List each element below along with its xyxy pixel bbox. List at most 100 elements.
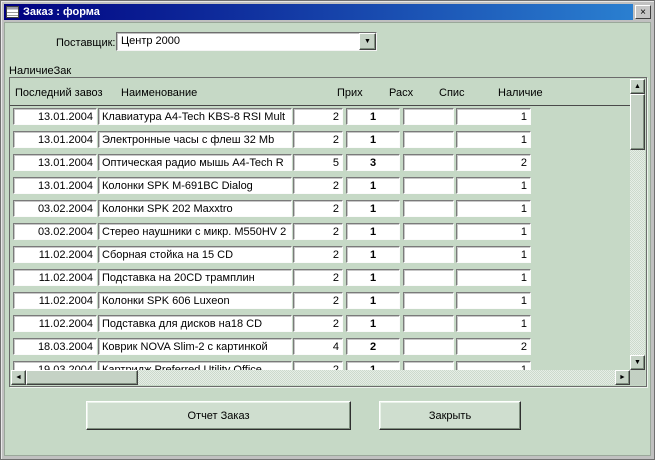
cell-prihod[interactable]: 2 bbox=[293, 108, 343, 125]
cell-prihod[interactable]: 2 bbox=[293, 292, 343, 309]
cell-last-delivery-date[interactable]: 13.01.2004 bbox=[13, 177, 97, 194]
cell-rashod[interactable]: 1 bbox=[346, 292, 400, 309]
cell-item-name[interactable]: Клавиатура A4-Tech KBS-8 RSI Mult bbox=[98, 108, 292, 125]
cell-last-delivery-date[interactable]: 13.01.2004 bbox=[13, 108, 97, 125]
cell-rashod[interactable]: 1 bbox=[346, 200, 400, 217]
cell-nalichie[interactable]: 1 bbox=[456, 246, 531, 263]
cell-item-name[interactable]: Подставка для дисков на18 CD bbox=[98, 315, 292, 332]
cell-prihod[interactable]: 2 bbox=[293, 131, 343, 148]
cell-rashod[interactable]: 1 bbox=[346, 246, 400, 263]
col-header-rash: Расх bbox=[389, 87, 413, 99]
horizontal-scroll-thumb[interactable] bbox=[26, 370, 138, 385]
cell-nalichie[interactable]: 2 bbox=[456, 154, 531, 171]
cell-spisanie[interactable] bbox=[403, 269, 454, 286]
cell-last-delivery-date[interactable]: 11.02.2004 bbox=[13, 292, 97, 309]
cell-rashod[interactable]: 1 bbox=[346, 361, 400, 370]
availability-subform: Последний завоз Наименование Прих Расх С… bbox=[9, 77, 647, 387]
cell-last-delivery-date[interactable]: 18.03.2004 bbox=[13, 338, 97, 355]
cell-prihod[interactable]: 2 bbox=[293, 200, 343, 217]
cell-nalichie[interactable]: 1 bbox=[456, 292, 531, 309]
cell-rashod[interactable]: 1 bbox=[346, 315, 400, 332]
cell-nalichie[interactable]: 1 bbox=[456, 131, 531, 148]
scroll-up-button[interactable]: ▲ bbox=[630, 79, 645, 94]
scroll-right-button[interactable]: ► bbox=[615, 370, 630, 385]
cell-prihod[interactable]: 2 bbox=[293, 177, 343, 194]
cell-nalichie[interactable]: 1 bbox=[456, 269, 531, 286]
vertical-scrollbar[interactable]: ▲ ▼ bbox=[630, 79, 645, 370]
cell-item-name[interactable]: Коврик NOVA Slim-2 с картинкой bbox=[98, 338, 292, 355]
cell-nalichie[interactable]: 2 bbox=[456, 338, 531, 355]
close-button[interactable]: × bbox=[635, 5, 651, 19]
col-header-last-delivery: Последний завоз bbox=[15, 87, 103, 99]
cell-rashod[interactable]: 3 bbox=[346, 154, 400, 171]
cell-prihod[interactable]: 2 bbox=[293, 315, 343, 332]
cell-nalichie[interactable]: 1 bbox=[456, 361, 531, 370]
cell-nalichie[interactable]: 1 bbox=[456, 200, 531, 217]
horizontal-scrollbar[interactable]: ◄ ► bbox=[11, 370, 630, 385]
cell-nalichie[interactable]: 1 bbox=[456, 108, 531, 125]
cell-rashod[interactable]: 1 bbox=[346, 177, 400, 194]
cell-last-delivery-date[interactable]: 13.01.2004 bbox=[13, 131, 97, 148]
table-row: 11.02.2004 Подставка для дисков на18 CD … bbox=[10, 313, 630, 336]
cell-item-name[interactable]: Колонки SPK 202 Maxxtro bbox=[98, 200, 292, 217]
cell-item-name[interactable]: Оптическая радио мышь A4-Tech R bbox=[98, 154, 292, 171]
cell-spisanie[interactable] bbox=[403, 315, 454, 332]
cell-rashod[interactable]: 1 bbox=[346, 131, 400, 148]
cell-nalichie[interactable]: 1 bbox=[456, 223, 531, 240]
cell-prihod[interactable]: 2 bbox=[293, 246, 343, 263]
col-header-spis: Спис bbox=[439, 87, 465, 99]
cell-item-name[interactable]: Колонки SPK 606 Luxeon bbox=[98, 292, 292, 309]
cell-item-name[interactable]: Подставка на 20CD трамплин bbox=[98, 269, 292, 286]
supplier-combobox[interactable]: Центр 2000 ▼ bbox=[116, 32, 377, 51]
cell-last-delivery-date[interactable]: 13.01.2004 bbox=[13, 154, 97, 171]
close-form-button[interactable]: Закрыть bbox=[379, 401, 521, 430]
cell-rashod[interactable]: 1 bbox=[346, 223, 400, 240]
cell-item-name[interactable]: Картридж Preferred Utility Office bbox=[98, 361, 292, 370]
cell-prihod[interactable]: 4 bbox=[293, 338, 343, 355]
cell-last-delivery-date[interactable]: 11.02.2004 bbox=[13, 269, 97, 286]
scrollbar-corner bbox=[630, 370, 645, 385]
cell-spisanie[interactable] bbox=[403, 200, 454, 217]
cell-item-name[interactable]: Сборная стойка на 15 CD bbox=[98, 246, 292, 263]
cell-rashod[interactable]: 1 bbox=[346, 269, 400, 286]
chevron-down-icon: ▼ bbox=[364, 38, 371, 45]
horizontal-scroll-track[interactable] bbox=[26, 370, 615, 385]
cell-prihod[interactable]: 2 bbox=[293, 223, 343, 240]
cell-spisanie[interactable] bbox=[403, 246, 454, 263]
report-order-button[interactable]: Отчет Заказ bbox=[86, 401, 351, 430]
vertical-scroll-thumb[interactable] bbox=[630, 94, 645, 150]
cell-item-name[interactable]: Электронные часы с флеш 32 Mb bbox=[98, 131, 292, 148]
vertical-scroll-track[interactable] bbox=[630, 94, 645, 355]
cell-last-delivery-date[interactable]: 11.02.2004 bbox=[13, 246, 97, 263]
cell-prihod[interactable]: 5 bbox=[293, 154, 343, 171]
scroll-down-button[interactable]: ▼ bbox=[630, 355, 645, 370]
table-row: 03.02.2004 Колонки SPK 202 Maxxtro 2 1 1 bbox=[10, 198, 630, 221]
title-bar[interactable]: Заказ : форма × bbox=[4, 4, 651, 20]
table-row: 13.01.2004 Колонки SPK M-691BC Dialog 2 … bbox=[10, 175, 630, 198]
cell-spisanie[interactable] bbox=[403, 338, 454, 355]
cell-last-delivery-date[interactable]: 03.02.2004 bbox=[13, 223, 97, 240]
scroll-left-button[interactable]: ◄ bbox=[11, 370, 26, 385]
cell-spisanie[interactable] bbox=[403, 131, 454, 148]
cell-prihod[interactable]: 2 bbox=[293, 361, 343, 370]
cell-spisanie[interactable] bbox=[403, 223, 454, 240]
cell-nalichie[interactable]: 1 bbox=[456, 177, 531, 194]
cell-item-name[interactable]: Колонки SPK M-691BC Dialog bbox=[98, 177, 292, 194]
cell-rashod[interactable]: 1 bbox=[346, 108, 400, 125]
cell-spisanie[interactable] bbox=[403, 108, 454, 125]
cell-item-name[interactable]: Стерео наушники с микр. M550HV 2 bbox=[98, 223, 292, 240]
cell-spisanie[interactable] bbox=[403, 177, 454, 194]
cell-spisanie[interactable] bbox=[403, 154, 454, 171]
cell-spisanie[interactable] bbox=[403, 292, 454, 309]
dropdown-button[interactable]: ▼ bbox=[359, 33, 376, 50]
cell-rashod[interactable]: 2 bbox=[346, 338, 400, 355]
supplier-label: Поставщик: bbox=[56, 37, 115, 49]
window: Заказ : форма × Поставщик: Центр 2000 ▼ … bbox=[0, 0, 655, 460]
cell-last-delivery-date[interactable]: 11.02.2004 bbox=[13, 315, 97, 332]
cell-last-delivery-date[interactable]: 03.02.2004 bbox=[13, 200, 97, 217]
cell-last-delivery-date[interactable]: 19.03.2004 bbox=[13, 361, 97, 370]
scroll-left-icon: ◄ bbox=[15, 374, 22, 381]
cell-nalichie[interactable]: 1 bbox=[456, 315, 531, 332]
cell-spisanie[interactable] bbox=[403, 361, 454, 370]
cell-prihod[interactable]: 2 bbox=[293, 269, 343, 286]
